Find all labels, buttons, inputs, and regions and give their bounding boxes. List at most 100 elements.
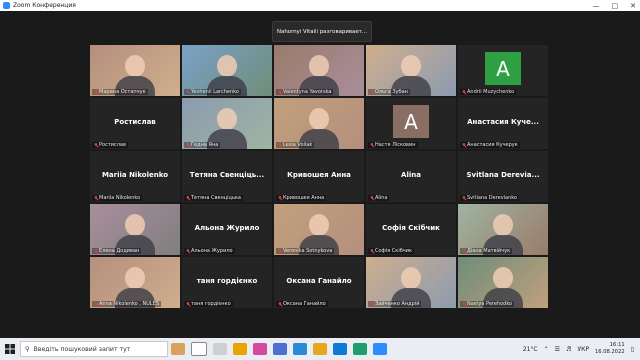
mic-muted-icon xyxy=(370,142,374,148)
participant-tile[interactable]: Lesia Voliak xyxy=(274,98,364,149)
mic-muted-icon xyxy=(186,195,190,201)
maximize-icon[interactable]: □ xyxy=(612,2,619,10)
participant-tile[interactable]: Марина Остапчук xyxy=(90,45,180,96)
participant-name-caption: таня гордієнко xyxy=(184,301,233,307)
participant-tile[interactable]: Кривошея Анна Кривошея Анна xyxy=(274,151,364,202)
participant-name: Софія Скібчик xyxy=(375,248,413,254)
participant-name: Andrii Muzychenko xyxy=(467,89,515,95)
participant-name: таня гордієнко xyxy=(191,301,231,307)
participant-tile[interactable]: Yevhenii Larchenko xyxy=(182,45,272,96)
clock[interactable]: 16:11 16.08.2022 xyxy=(595,342,625,356)
folder-icon[interactable] xyxy=(313,343,327,355)
participant-display-name: Кривошея Анна xyxy=(287,171,351,179)
participant-tile[interactable]: Anna Nikolenko , NULES xyxy=(90,257,180,308)
app-icon-1[interactable] xyxy=(253,343,267,355)
participant-tile[interactable]: таня гордієнко таня гордієнко xyxy=(182,257,272,308)
participant-name: Альона Журило xyxy=(191,248,233,254)
mic-muted-icon xyxy=(94,142,98,148)
participant-name: Гедна Яна xyxy=(191,142,219,148)
telegram-icon[interactable] xyxy=(293,343,307,355)
participant-name-caption: Mariia Nikolenko xyxy=(92,195,143,201)
participant-tile[interactable]: Альона Журило Альона Журило xyxy=(182,204,272,255)
participant-tile[interactable]: Ольга Зубан xyxy=(366,45,456,96)
mic-muted-icon xyxy=(462,89,466,95)
active-speaker-banner: Nahornyi Vitalii разговаривает... xyxy=(272,21,372,42)
participant-tile[interactable]: Ростислав Ростислав xyxy=(90,98,180,149)
notifications-icon[interactable]: ▯ xyxy=(631,346,634,353)
participant-silhouette xyxy=(309,108,329,130)
participant-display-name: Оксана Ганайло xyxy=(286,277,352,285)
participant-name: Veronika Sotnykova xyxy=(283,248,333,254)
participant-tile[interactable]: Анастасия Куче... Анастасия Кучерук xyxy=(458,98,548,149)
cortana-icon[interactable] xyxy=(191,342,207,356)
weather-temperature[interactable]: 21°C xyxy=(523,346,538,353)
participant-name: Nastya Perehodko xyxy=(467,301,513,307)
mic-muted-icon xyxy=(278,248,282,254)
participant-name: Svitlana Derevianko xyxy=(467,195,518,201)
participant-tile[interactable]: Елена Додиван xyxy=(90,204,180,255)
participant-name: Марина Остапчук xyxy=(99,89,146,95)
participant-tile[interactable]: Гедна Яна xyxy=(182,98,272,149)
participant-tile[interactable]: Софія Скібчик Софія Скібчик xyxy=(366,204,456,255)
close-icon[interactable]: ✕ xyxy=(630,2,636,10)
participant-name-caption: Марина Остапчук xyxy=(92,89,148,95)
participant-display-name: Альона Журило xyxy=(194,224,260,232)
mic-muted-icon xyxy=(370,248,374,254)
participant-display-name: Софія Скібчик xyxy=(382,224,440,232)
participant-display-name: Mariia Nikolenko xyxy=(101,171,169,179)
participant-silhouette xyxy=(493,214,513,236)
participant-tile[interactable]: Nastya Perehodko xyxy=(458,257,548,308)
participant-tile[interactable]: Діана Матвійчук xyxy=(458,204,548,255)
mail-icon[interactable] xyxy=(333,343,347,355)
avatar: A xyxy=(485,52,521,85)
search-placeholder: Введіть пошуковий запит тут xyxy=(33,345,131,353)
tray-arrow-icon[interactable]: ⌃ xyxy=(544,346,549,353)
participant-name: Yevhenii Larchenko xyxy=(191,89,239,95)
participant-tile[interactable]: Veronika Sotnykova xyxy=(274,204,364,255)
participant-tile[interactable]: Alina Alina xyxy=(366,151,456,202)
zoom-app-icon xyxy=(3,2,10,9)
widgets-icon[interactable] xyxy=(171,343,185,355)
network-icon[interactable]: ☰ xyxy=(555,346,560,353)
participant-tile[interactable]: A Настя Лісковин xyxy=(366,98,456,149)
language-indicator[interactable]: УКР xyxy=(577,346,589,353)
participant-name-caption: Ростислав xyxy=(92,142,128,148)
participant-name: Anna Nikolenko , NULES xyxy=(99,301,160,307)
participant-name: Mariia Nikolenko xyxy=(99,195,141,201)
mic-muted-icon xyxy=(186,89,190,95)
participant-tile[interactable]: Svitlana Derevia... Svitlana Derevianko xyxy=(458,151,548,202)
zoom-title-bar: Zoom Конференция — □ ✕ xyxy=(0,0,640,11)
participant-tile[interactable]: A Andrii Muzychenko xyxy=(458,45,548,96)
task-view-icon[interactable] xyxy=(213,343,227,355)
participant-name-caption: Настя Лісковин xyxy=(368,142,418,148)
mic-muted-icon xyxy=(186,248,190,254)
start-button[interactable] xyxy=(0,338,20,360)
participant-name-caption: Елена Додиван xyxy=(92,248,142,254)
participant-silhouette xyxy=(493,267,513,289)
edge-icon[interactable] xyxy=(353,343,367,355)
participant-tile[interactable]: Mariia Nikolenko Mariia Nikolenko xyxy=(90,151,180,202)
participant-name-caption: Svitlana Derevianko xyxy=(460,195,520,201)
mic-muted-icon xyxy=(186,142,190,148)
participant-tile[interactable]: Тетяна Свенціць... Тетяна Свенціцька xyxy=(182,151,272,202)
participant-name-caption: Yevhenii Larchenko xyxy=(184,89,241,95)
minimize-icon[interactable]: — xyxy=(593,2,600,10)
volume-icon[interactable]: ♬ xyxy=(566,346,571,353)
taskbar-search-input[interactable]: ⚲ Введіть пошуковий запит тут xyxy=(20,341,168,357)
participant-name: Зайченко Андрій xyxy=(375,301,420,307)
app-icon-2[interactable] xyxy=(273,343,287,355)
mic-muted-icon xyxy=(278,89,282,95)
participant-name: Настя Лісковин xyxy=(375,142,416,148)
participant-tile[interactable]: Зайченко Андрій xyxy=(366,257,456,308)
participant-tile[interactable]: Valentyna Yavorska xyxy=(274,45,364,96)
zoom-taskbar-icon[interactable] xyxy=(373,343,387,355)
participant-silhouette xyxy=(217,55,237,77)
participant-name-caption: Гедна Яна xyxy=(184,142,221,148)
participant-tile[interactable]: Оксана Ганайло Оксана Ганайло xyxy=(274,257,364,308)
participant-name: Оксана Ганайло xyxy=(283,301,326,307)
participant-name-caption: Andrii Muzychenko xyxy=(460,89,517,95)
participant-name: Кривошея Анна xyxy=(283,195,325,201)
file-explorer-icon[interactable] xyxy=(233,343,247,355)
clock-date: 16.08.2022 xyxy=(594,349,625,355)
mic-muted-icon xyxy=(462,142,466,148)
